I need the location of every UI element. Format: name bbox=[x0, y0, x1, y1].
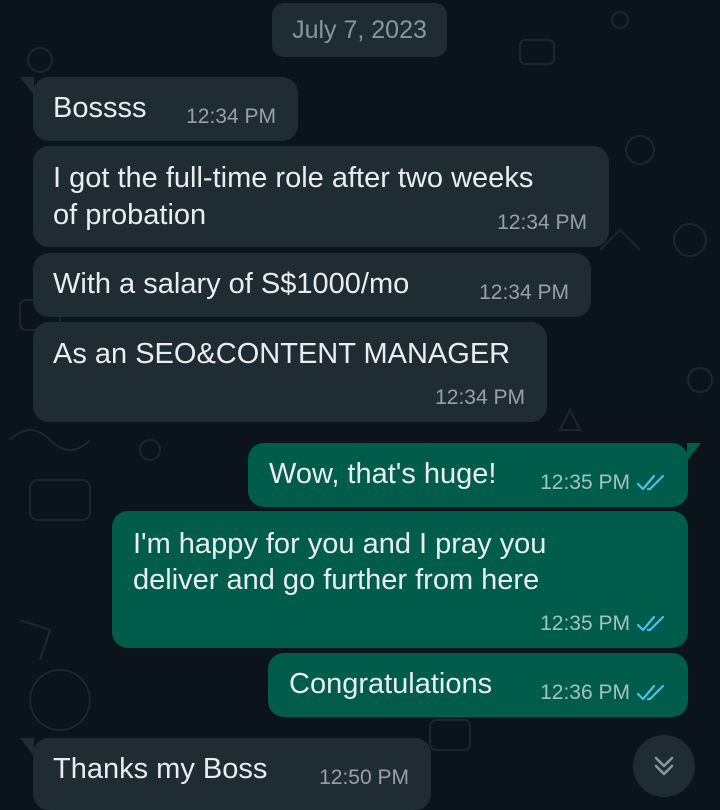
bubble-tail bbox=[20, 738, 34, 756]
double-check-read-icon bbox=[636, 684, 665, 701]
chevron-double-down-icon bbox=[654, 756, 674, 776]
message-bubble-outgoing[interactable]: I'm happy for you and I pray you deliver… bbox=[112, 511, 688, 648]
message-time: 12:50 PM bbox=[319, 766, 409, 789]
message-bubble-outgoing[interactable]: Wow, that's huge! 12:35 PM bbox=[248, 443, 701, 507]
message-text: As an SEO&CONTENT MANAGER bbox=[53, 338, 511, 370]
message-bubble-incoming[interactable]: Thanks my Boss 12:50 PM bbox=[20, 738, 431, 810]
message-time: 12:34 PM bbox=[497, 211, 587, 234]
message-bubble-incoming[interactable]: As an SEO&CONTENT MANAGER 12:34 PM bbox=[33, 322, 547, 422]
message-time: 12:35 PM bbox=[540, 612, 630, 635]
message-text-line: deliver and go further from here bbox=[133, 564, 540, 596]
message-time: 12:35 PM bbox=[540, 471, 630, 494]
message-bubble-incoming[interactable]: With a salary of S$1000/mo 12:34 PM bbox=[33, 253, 591, 317]
message-text: Bossss bbox=[53, 92, 147, 124]
message-bubble-outgoing[interactable]: Congratulations 12:36 PM bbox=[268, 653, 688, 717]
message-text: Thanks my Boss bbox=[53, 753, 268, 785]
bubble-tail bbox=[687, 443, 701, 461]
message-text: With a salary of S$1000/mo bbox=[53, 268, 410, 300]
message-meta: 12:35 PM bbox=[540, 471, 666, 495]
message-text-line: of probation bbox=[53, 199, 207, 231]
date-divider: July 7, 2023 bbox=[272, 3, 447, 57]
bubble-tail bbox=[20, 77, 34, 95]
message-bubble-incoming[interactable]: Bossss 12:34 PM bbox=[20, 77, 298, 141]
message-meta: 12:36 PM bbox=[540, 681, 666, 705]
scroll-to-bottom-button[interactable] bbox=[633, 735, 695, 797]
message-bubble-incoming[interactable]: I got the full-time role after two weeks… bbox=[33, 146, 609, 247]
double-check-read-icon bbox=[636, 474, 665, 491]
message-text-line: I got the full-time role after two weeks bbox=[53, 162, 534, 194]
message-text-line: I'm happy for you and I pray you bbox=[133, 528, 547, 560]
message-meta: 12:35 PM bbox=[540, 612, 666, 636]
double-check-read-icon bbox=[636, 615, 665, 632]
message-time: 12:36 PM bbox=[540, 681, 630, 704]
message-time: 12:34 PM bbox=[186, 105, 276, 128]
message-text: Wow, that's huge! bbox=[269, 458, 497, 490]
message-time: 12:34 PM bbox=[479, 281, 569, 304]
message-time: 12:34 PM bbox=[435, 386, 525, 409]
message-text: Congratulations bbox=[289, 668, 493, 700]
